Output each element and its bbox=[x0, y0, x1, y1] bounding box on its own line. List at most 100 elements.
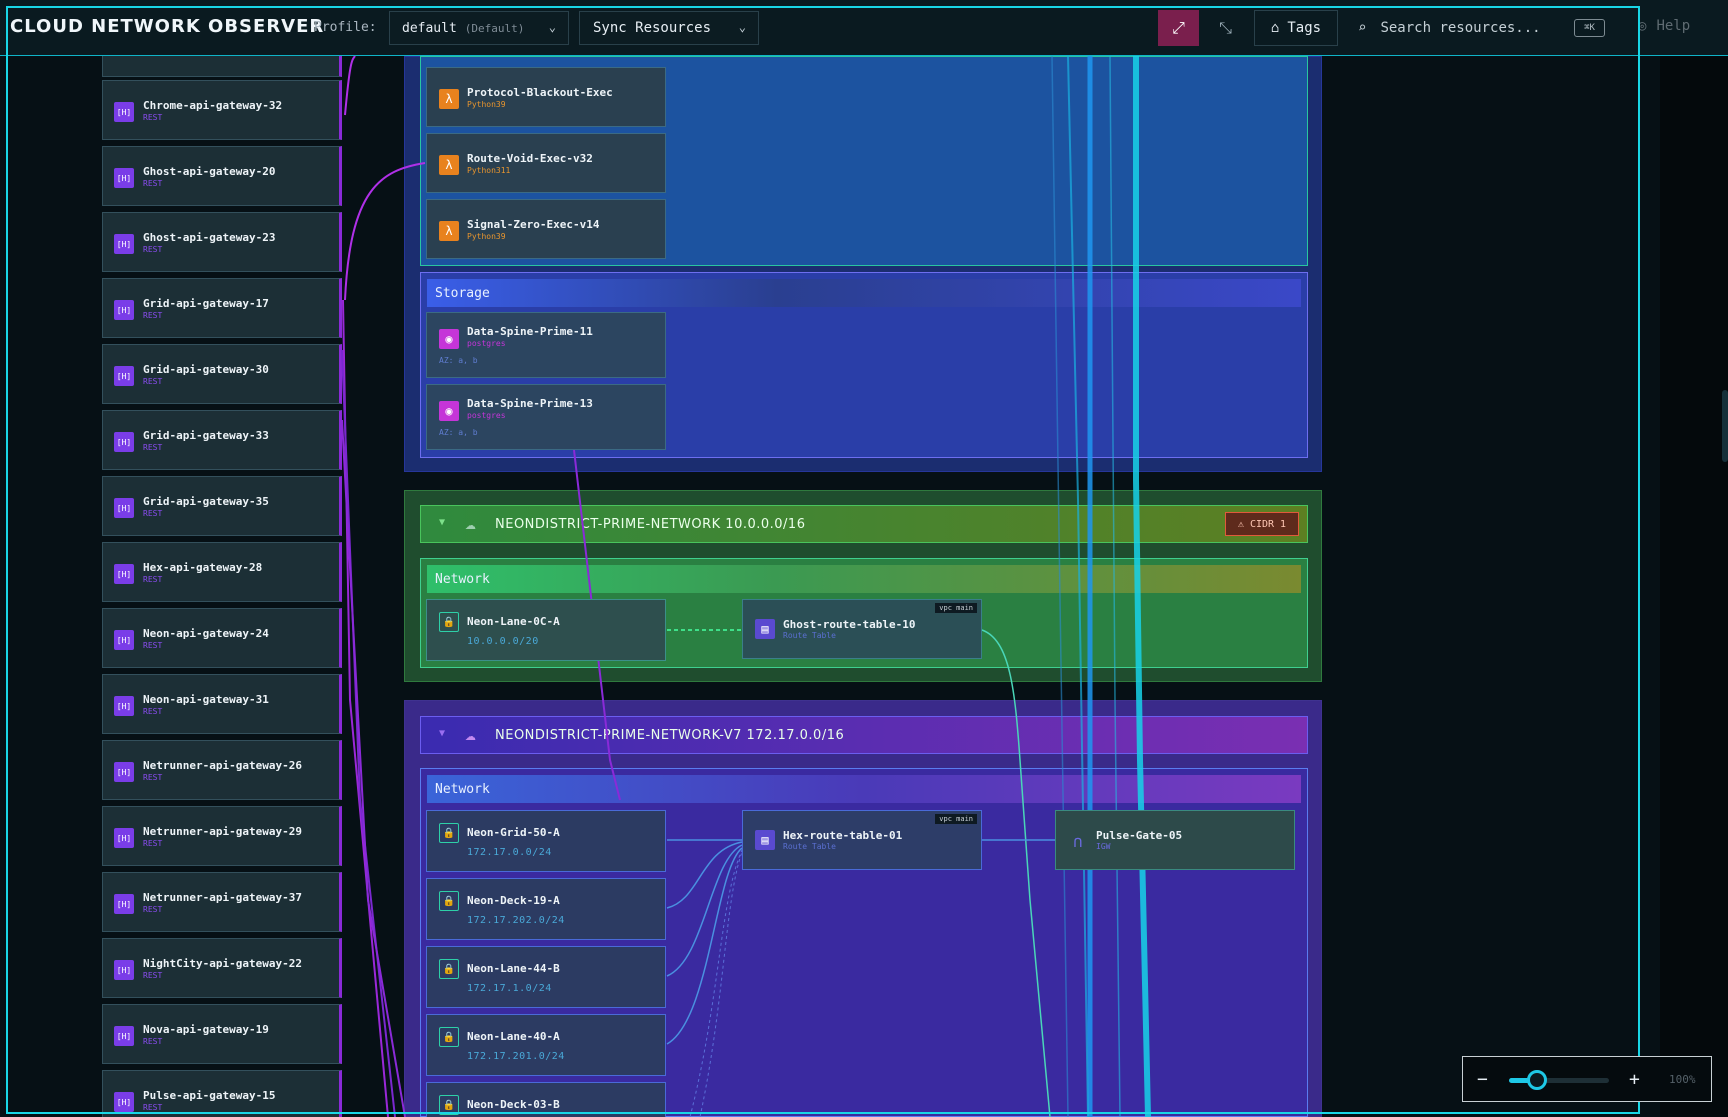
gateway-card[interactable]: [H] Chrome-api-gateway-32 REST bbox=[102, 80, 342, 140]
profile-label: Profile: bbox=[314, 20, 377, 35]
search-placeholder: Search resources... bbox=[1380, 20, 1541, 36]
lambda-icon: λ bbox=[439, 221, 459, 241]
zoom-out-button[interactable]: − bbox=[1477, 1069, 1488, 1090]
gateway-card[interactable]: [H] Ghost-api-gateway-23 REST bbox=[102, 212, 342, 272]
top-toolbar: CLOUD NETWORK OBSERVER Profile: default … bbox=[0, 0, 1728, 56]
route-table-name: Ghost-route-table-10 bbox=[783, 618, 916, 631]
tags-button[interactable]: ⌂ Tags bbox=[1254, 10, 1338, 46]
database-card[interactable]: ◉ Data-Spine-Prime-13 postgres AZ: a, b bbox=[426, 384, 666, 450]
route-table-card[interactable]: ▤ Hex-route-table-01 Route Table vpc main bbox=[742, 810, 982, 870]
gateway-name: Neon-api-gateway-31 bbox=[143, 693, 269, 706]
gateway-card[interactable]: [H] Netrunner-api-gateway-37 REST bbox=[102, 872, 342, 932]
gateway-card[interactable]: [H] Pulse-api-gateway-15 REST bbox=[102, 1070, 342, 1117]
route-table-icon: ▤ bbox=[755, 619, 775, 639]
subnet-name: Neon-Deck-19-A bbox=[467, 894, 560, 907]
cidr-warning-badge[interactable]: ⚠ CIDR 1 bbox=[1225, 512, 1299, 536]
api-gateway-icon: [H] bbox=[114, 828, 134, 848]
api-gateway-icon: [H] bbox=[114, 696, 134, 716]
api-gateway-icon: [H] bbox=[114, 300, 134, 320]
route-table-type: Route Table bbox=[783, 842, 836, 851]
gateway-card[interactable]: [H] Grid-api-gateway-30 REST bbox=[102, 344, 342, 404]
vpc-v7-header[interactable]: ▼ ☁ NEONDISTRICT-PRIME-NETWORK-V7 172.17… bbox=[420, 716, 1308, 754]
expand-all-button[interactable]: ⤢ bbox=[1158, 10, 1199, 46]
network-header: Network bbox=[427, 565, 1301, 593]
collapse-chevron-icon[interactable]: ▼ bbox=[439, 517, 445, 528]
collapse-chevron-icon[interactable]: ▼ bbox=[439, 728, 445, 739]
database-engine: postgres bbox=[467, 339, 506, 348]
gateway-card[interactable]: [H] Neon-api-gateway-31 REST bbox=[102, 674, 342, 734]
lambda-runtime: Python311 bbox=[467, 166, 511, 175]
profile-value: default bbox=[402, 20, 457, 36]
profile-select[interactable]: default (Default) ⌄ bbox=[389, 11, 569, 45]
subnet-cidr: 10.0.0.0/20 bbox=[467, 636, 539, 647]
subnet-name: Neon-Lane-40-A bbox=[467, 1030, 560, 1043]
help-button[interactable]: ◎ Help bbox=[1638, 18, 1690, 34]
gateway-card[interactable]: [H] Grid-api-gateway-17 REST bbox=[102, 278, 342, 338]
lambda-card[interactable]: λ Signal-Zero-Exec-v14 Python39 bbox=[426, 199, 666, 259]
zoom-in-button[interactable]: + bbox=[1629, 1069, 1640, 1090]
zoom-slider-thumb[interactable] bbox=[1527, 1070, 1547, 1090]
scrollbar[interactable] bbox=[1722, 390, 1728, 462]
gateway-type: REST bbox=[143, 707, 163, 716]
gateway-type: REST bbox=[143, 179, 163, 188]
api-gateway-icon: [H] bbox=[114, 630, 134, 650]
vpc-prime-header[interactable]: ▼ ☁ NEONDISTRICT-PRIME-NETWORK 10.0.0.0/… bbox=[420, 505, 1308, 543]
lambda-name: Protocol-Blackout-Exec bbox=[467, 86, 613, 99]
gateway-card[interactable]: [H] Nova-api-gateway-19 REST bbox=[102, 1004, 342, 1064]
api-gateway-icon: [H] bbox=[114, 894, 134, 914]
chevron-down-icon: ⌄ bbox=[738, 20, 746, 34]
collapse-all-button[interactable]: ⤡ bbox=[1205, 10, 1246, 46]
sync-resources-select[interactable]: Sync Resources ⌄ bbox=[579, 11, 759, 45]
subnet-card[interactable]: 🔒 Neon-Lane-0C-A 10.0.0.0/20 bbox=[426, 599, 666, 661]
gateway-name: Chrome-api-gateway-32 bbox=[143, 99, 283, 112]
subnet-cidr: 172.17.201.0/24 bbox=[467, 1051, 565, 1062]
vpc-v7-title: NEONDISTRICT-PRIME-NETWORK-V7 172.17.0.0… bbox=[495, 728, 845, 743]
warning-icon: ⚠ bbox=[1237, 518, 1244, 530]
gateway-card[interactable]: [H] Hex-api-gateway-28 REST bbox=[102, 542, 342, 602]
subnet-name: Neon-Lane-0C-A bbox=[467, 615, 560, 628]
gateway-name: Grid-api-gateway-35 bbox=[143, 495, 269, 508]
api-gateway-icon: [H] bbox=[114, 1092, 134, 1112]
gateway-card[interactable]: [H] Netrunner-api-gateway-26 REST bbox=[102, 740, 342, 800]
tags-label: Tags bbox=[1287, 20, 1322, 36]
subnet-card[interactable]: 🔒 Neon-Lane-44-B 172.17.1.0/24 bbox=[426, 946, 666, 1008]
database-card[interactable]: ◉ Data-Spine-Prime-11 postgres AZ: a, b bbox=[426, 312, 666, 378]
zoom-slider[interactable] bbox=[1509, 1078, 1609, 1083]
api-gateway-icon: [H] bbox=[114, 762, 134, 782]
subnet-card[interactable]: 🔒 Neon-Grid-50-A 172.17.0.0/24 bbox=[426, 810, 666, 872]
gateway-card[interactable]: [H] Grid-api-gateway-35 REST bbox=[102, 476, 342, 536]
route-table-card[interactable]: ▤ Ghost-route-table-10 Route Table vpc main bbox=[742, 599, 982, 659]
gateway-name: Netrunner-api-gateway-26 bbox=[143, 759, 302, 772]
api-gateway-icon: [H] bbox=[114, 960, 134, 980]
lambda-card[interactable]: λ Protocol-Blackout-Exec Python39 bbox=[426, 67, 666, 127]
search-icon: ⌕ bbox=[1358, 20, 1367, 36]
database-az: AZ: a, b bbox=[439, 428, 478, 437]
subnet-card[interactable]: 🔒 Neon-Lane-40-A 172.17.201.0/24 bbox=[426, 1014, 666, 1076]
lambda-icon: λ bbox=[439, 155, 459, 175]
gateway-name: Netrunner-api-gateway-29 bbox=[143, 825, 302, 838]
api-gateway-icon: [H] bbox=[114, 498, 134, 518]
lambda-card[interactable]: λ Route-Void-Exec-v32 Python311 bbox=[426, 133, 666, 193]
lock-icon: 🔒 bbox=[439, 1095, 459, 1115]
gateway-card[interactable]: [H] Neon-api-gateway-24 REST bbox=[102, 608, 342, 668]
gateway-type: REST bbox=[143, 839, 163, 848]
subnet-card[interactable]: 🔒 Neon-Deck-19-A 172.17.202.0/24 bbox=[426, 878, 666, 940]
gateway-name: Hex-api-gateway-28 bbox=[143, 561, 263, 574]
internet-gateway-card[interactable]: ∩ Pulse-Gate-05 IGW bbox=[1055, 810, 1295, 870]
subnet-cidr: 172.17.0.0/24 bbox=[467, 847, 552, 858]
gateway-type: REST bbox=[143, 905, 163, 914]
gateway-type: REST bbox=[143, 641, 163, 650]
subnet-card[interactable]: 🔒 Neon-Deck-03-B bbox=[426, 1082, 666, 1117]
gateway-card[interactable]: [H] Ghost-api-gateway-20 REST bbox=[102, 146, 342, 206]
network-header-label: Network bbox=[435, 781, 490, 797]
gateway-name: Nova-api-gateway-19 bbox=[143, 1023, 269, 1036]
gateway-card[interactable]: [H] Netrunner-api-gateway-29 REST bbox=[102, 806, 342, 866]
igw-type: IGW bbox=[1096, 842, 1111, 851]
storage-header-label: Storage bbox=[435, 285, 490, 301]
subnet-name: Neon-Grid-50-A bbox=[467, 826, 560, 839]
right-gutter bbox=[1660, 56, 1728, 1117]
gateway-card[interactable]: [H] Grid-api-gateway-33 REST bbox=[102, 410, 342, 470]
gateway-card[interactable]: [H] NightCity-api-gateway-22 REST bbox=[102, 938, 342, 998]
lock-icon: 🔒 bbox=[439, 959, 459, 979]
subnet-name: Neon-Deck-03-B bbox=[467, 1098, 560, 1111]
